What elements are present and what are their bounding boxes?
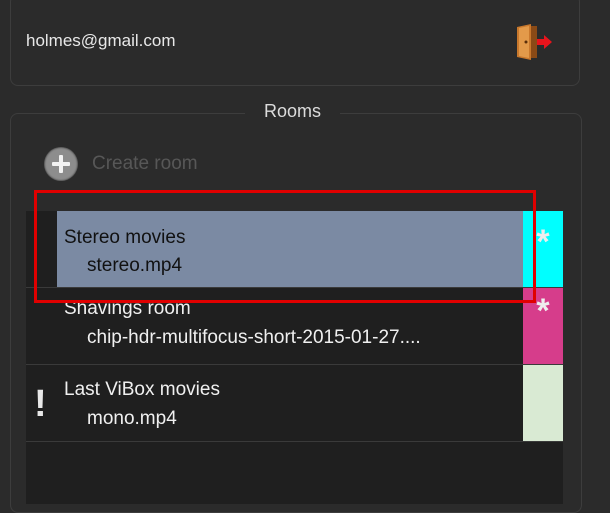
room-item-last-vibox-movies[interactable]: ! Last ViBox movies mono.mp4	[26, 365, 563, 442]
plus-circle-icon	[44, 147, 78, 181]
room-file: stereo.mp4	[87, 255, 183, 276]
room-item-body: Shavings room chip-hdr-multifocus-short-…	[57, 288, 523, 364]
create-room-button[interactable]: Create room	[44, 146, 198, 182]
room-color-swatch[interactable]: *	[523, 288, 563, 364]
room-color-swatch[interactable]: *	[523, 211, 563, 287]
warning-icon: !	[34, 383, 47, 425]
user-email: holmes@gmail.com	[26, 31, 176, 50]
room-item-body: Last ViBox movies mono.mp4	[57, 365, 523, 441]
room-file: mono.mp4	[87, 408, 177, 429]
room-color-swatch[interactable]	[523, 365, 563, 441]
room-name: Stereo movies	[64, 227, 186, 248]
logout-icon[interactable]	[513, 24, 553, 60]
room-item-stereo-movies[interactable]: Stereo movies stereo.mp4 *	[26, 211, 563, 288]
create-room-label: Create room	[92, 153, 198, 174]
room-name: Shavings room	[64, 298, 191, 319]
room-item-shavings-room[interactable]: Shavings room chip-hdr-multifocus-short-…	[26, 288, 563, 365]
room-file: chip-hdr-multifocus-short-2015-01-27....	[87, 327, 421, 348]
rooms-group-title: Rooms	[245, 101, 341, 122]
asterisk-icon: *	[536, 292, 550, 330]
room-name: Last ViBox movies	[64, 379, 220, 400]
room-item-body: Stereo movies stereo.mp4	[57, 211, 523, 287]
room-list[interactable]: Stereo movies stereo.mp4 * Shavings room…	[26, 211, 563, 504]
asterisk-icon: *	[536, 223, 550, 261]
